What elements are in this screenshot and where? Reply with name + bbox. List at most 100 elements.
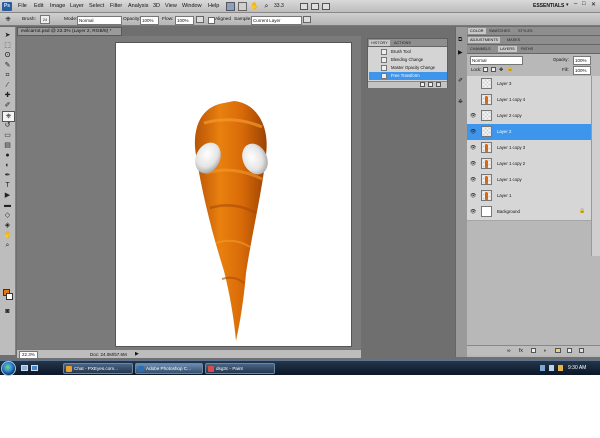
menu-select[interactable]: Select	[89, 3, 104, 9]
quick-select-tool-icon[interactable]: ✎	[2, 61, 13, 70]
eye-icon[interactable]: 👁	[470, 209, 476, 215]
layer-row[interactable]: 👁 Layer 1 copy 3	[467, 140, 591, 157]
menu-window[interactable]: Window	[182, 3, 202, 9]
eye-icon[interactable]: 👁	[470, 177, 476, 183]
layer-row[interactable]: 👁 Layer 2 copy	[467, 108, 591, 125]
tray-network-icon[interactable]	[540, 365, 545, 371]
show-desktop-icon[interactable]	[21, 365, 28, 371]
zoom-tool-icon[interactable]: ⌕	[2, 241, 13, 250]
taskbar-photoshop[interactable]: Adobe Photoshop C...	[135, 363, 203, 374]
trash-icon[interactable]	[436, 82, 441, 87]
lock-image-icon[interactable]	[491, 67, 496, 72]
clone-stamp-icon[interactable]: ⎈	[3, 15, 13, 24]
eye-icon[interactable]: 👁	[470, 113, 476, 119]
trash-icon[interactable]	[579, 348, 584, 353]
menu-filter[interactable]: Filter	[110, 3, 122, 9]
tab-channels[interactable]: CHANNELS	[468, 46, 493, 52]
tab-masks[interactable]: MASKS	[505, 37, 522, 43]
layer-row[interactable]: Layer 1 copy 4	[467, 92, 591, 109]
ignore-adjustment-icon[interactable]	[303, 16, 311, 23]
history-brush-tool-icon[interactable]: ↺	[2, 121, 13, 130]
adjustment-layer-icon[interactable]: ◑	[543, 348, 546, 354]
menu-3d[interactable]: 3D	[153, 3, 160, 9]
brush-panel-icon[interactable]: ✐	[458, 77, 463, 84]
chevron-down-icon[interactable]: ▾	[566, 2, 569, 8]
shape-tool-icon[interactable]: ▬	[2, 201, 13, 210]
maximize-icon[interactable]: □	[582, 1, 586, 7]
gradient-tool-icon[interactable]: ▤	[2, 141, 13, 150]
taskbar-chat[interactable]: Chat - PXEyes.com...	[63, 363, 133, 374]
menu-help[interactable]: Help	[208, 3, 219, 9]
layer-row[interactable]: Layer 3	[467, 76, 591, 93]
add-mask-icon[interactable]	[531, 348, 536, 353]
blend-mode-select[interactable]: Normal	[470, 56, 523, 65]
eyedropper-tool-icon[interactable]: ⁄	[2, 81, 13, 90]
brush-tool-icon[interactable]: ✐	[2, 101, 13, 110]
layer-row[interactable]: 👁 Background 🔒	[467, 204, 591, 221]
tab-actions[interactable]: ACTIONS	[392, 40, 413, 46]
eraser-tool-icon[interactable]: ▭	[2, 131, 13, 140]
taskbar-paint[interactable]: dsg3c - Paint	[205, 363, 275, 374]
layer-style-icon[interactable]: fx	[519, 348, 523, 354]
tab-history[interactable]: HISTORY	[369, 40, 390, 46]
layer-opacity-input[interactable]: 100%	[573, 56, 591, 65]
sample-select[interactable]: Current Layer	[251, 16, 302, 25]
layer-row[interactable]: 👁 Layer 1 copy 2	[467, 156, 591, 173]
layers-scrollbar[interactable]	[591, 76, 600, 256]
workspace-switcher[interactable]: ESSENTIALS	[533, 3, 564, 9]
eye-icon[interactable]: 👁	[470, 129, 476, 135]
flow-input[interactable]: 100%	[175, 16, 194, 25]
fill-input[interactable]: 100%	[573, 66, 591, 75]
pen-tool-icon[interactable]: ✒	[2, 171, 13, 180]
zoom-tool-icon[interactable]: ⌕	[262, 2, 271, 11]
actions-panel-icon[interactable]: ▶	[458, 49, 463, 56]
tab-swatches[interactable]: SWATCHES	[487, 28, 512, 34]
zoom-readout[interactable]: 22.3%	[19, 351, 38, 359]
eye-icon[interactable]: 👁	[470, 161, 476, 167]
airbrush-icon[interactable]	[196, 16, 204, 23]
status-menu-arrow-icon[interactable]: ▶	[135, 351, 139, 357]
menu-view[interactable]: View	[165, 3, 177, 9]
new-layer-icon[interactable]	[567, 348, 572, 353]
history-item[interactable]: Master Opacity Change	[369, 64, 447, 72]
menu-analysis[interactable]: Analysis	[128, 3, 148, 9]
tab-layers[interactable]: LAYERS	[498, 46, 517, 52]
zoom-level[interactable]: 33.3	[274, 3, 284, 9]
aligned-checkbox[interactable]	[208, 17, 215, 24]
eye-icon[interactable]: 👁	[470, 145, 476, 151]
hand-tool-icon[interactable]: ✋	[250, 2, 259, 11]
document-tab[interactable]: evilcarrot.psd @ 22.3% (Layer 2, RGB/8) …	[17, 27, 122, 36]
close-icon[interactable]: ✕	[591, 1, 596, 8]
menu-edit[interactable]: Edit	[34, 3, 43, 9]
history-item-selected[interactable]: Free Transform	[369, 72, 447, 80]
grid-icon[interactable]	[238, 2, 247, 11]
tab-adjustments[interactable]: ADJUSTMENTS	[468, 37, 501, 43]
tray-app-icon[interactable]	[558, 365, 563, 371]
layer-row[interactable]: 👁 Layer 1 copy	[467, 172, 591, 189]
marquee-tool-icon[interactable]: ⬚	[2, 41, 13, 50]
layer-row[interactable]: 👁 Layer 1	[467, 188, 591, 205]
path-select-tool-icon[interactable]: ▶	[2, 191, 13, 200]
link-layers-icon[interactable]: ∞	[507, 348, 511, 354]
quick-launch-icon[interactable]	[31, 365, 38, 371]
opacity-input[interactable]: 100%	[140, 16, 159, 25]
3d-camera-tool-icon[interactable]: ◈	[2, 221, 13, 230]
eye-icon[interactable]: 👁	[470, 193, 476, 199]
tab-paths[interactable]: PATHS	[519, 46, 535, 52]
lock-transparency-icon[interactable]	[483, 67, 488, 72]
crop-tool-icon[interactable]: ⌗	[2, 71, 13, 80]
arrange-icons[interactable]	[300, 2, 332, 11]
3d-rotate-tool-icon[interactable]: ◇	[2, 211, 13, 220]
menu-layer[interactable]: Layer	[70, 3, 84, 9]
type-tool-icon[interactable]: T	[2, 181, 13, 190]
new-document-icon[interactable]	[420, 82, 425, 87]
new-snapshot-icon[interactable]	[428, 82, 433, 87]
blur-tool-icon[interactable]: ●	[2, 151, 13, 160]
background-color-swatch[interactable]	[6, 293, 13, 300]
dodge-tool-icon[interactable]: ◐	[2, 161, 13, 170]
brush-preset-picker[interactable]: 24	[40, 15, 50, 24]
history-item[interactable]: Brush Tool	[369, 48, 447, 56]
quick-mask-icon[interactable]: ◙	[2, 307, 13, 316]
healing-brush-tool-icon[interactable]: ✚	[2, 91, 13, 100]
clone-source-panel-icon[interactable]: ⎈	[458, 99, 463, 106]
